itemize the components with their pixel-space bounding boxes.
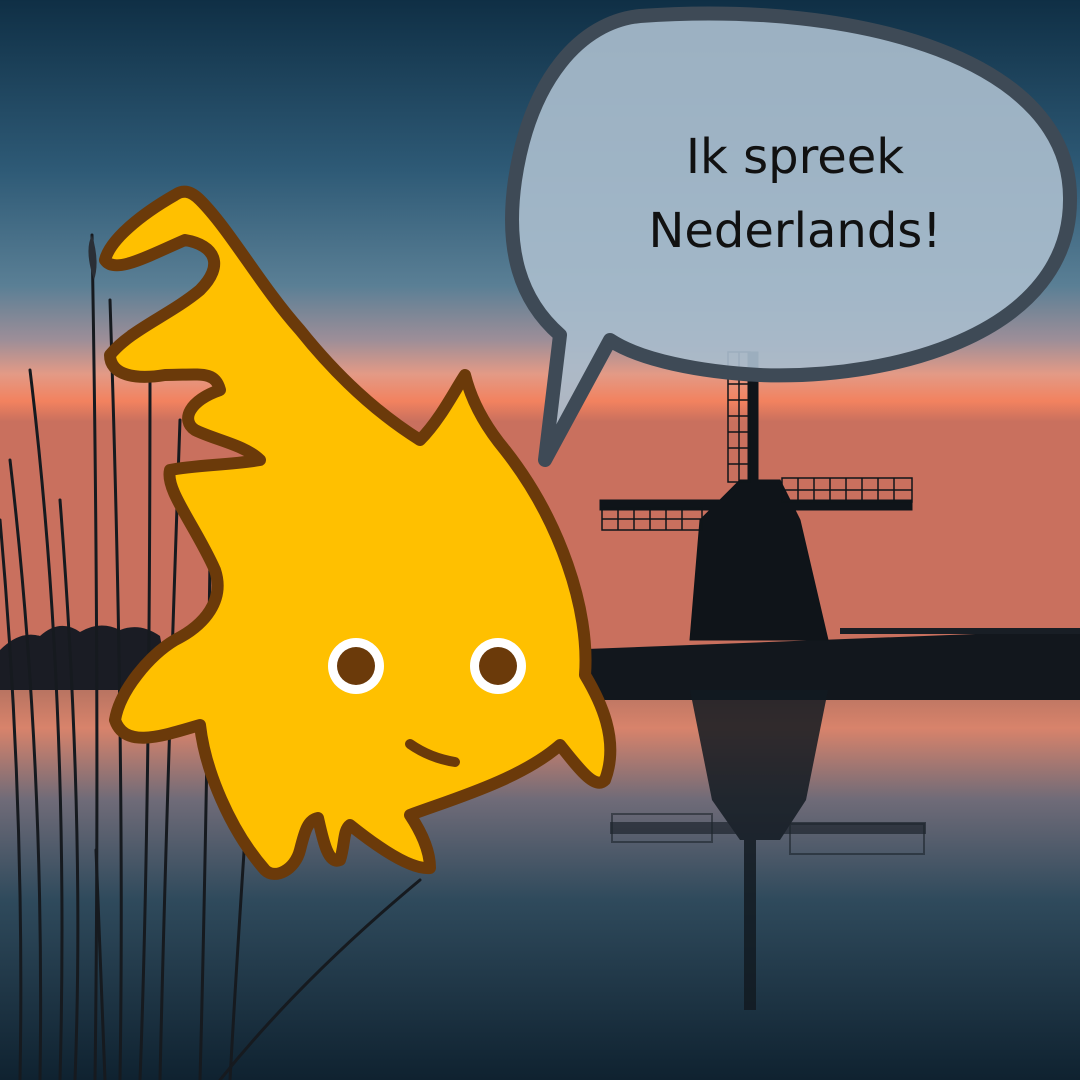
mascot-right-eye [470,638,526,694]
mascot-left-eye [328,638,384,694]
speech-bubble-text: Ik spreek Nederlands! [560,120,1030,268]
speech-line-2: Nederlands! [648,203,942,259]
dutch-windmill-scene: Ik spreek Nederlands! [0,0,1080,1080]
speech-line-1: Ik spreek [685,129,905,185]
dike-rail [840,628,1080,634]
